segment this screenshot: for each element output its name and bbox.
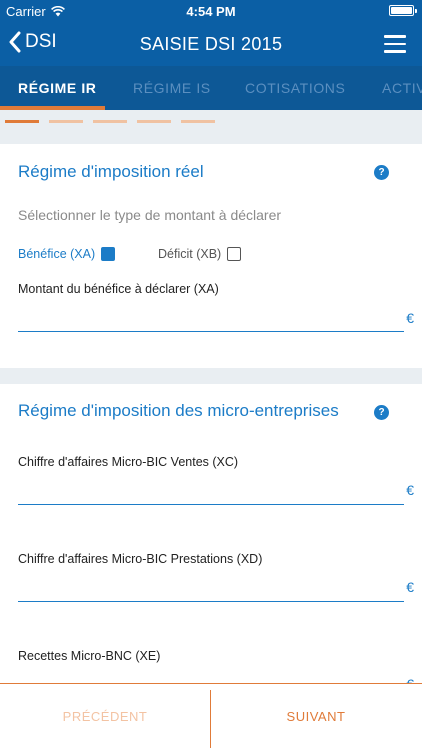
checkbox-deficit-label: Déficit (XB)	[158, 247, 222, 261]
tab-regime-ir[interactable]: RÉGIME IR	[18, 66, 97, 110]
field-label-xc: Chiffre d'affaires Micro-BIC Ventes (XC)	[18, 455, 239, 469]
hamburger-menu-icon[interactable]	[384, 35, 406, 53]
page-title: SAISIE DSI 2015	[139, 34, 283, 54]
input-micro-bic-prestations[interactable]	[18, 574, 404, 602]
progress-step	[5, 120, 39, 123]
progress-step	[181, 120, 215, 123]
section-regime-reel: Régime d'imposition réel ? Sélectionner …	[0, 144, 422, 368]
tab-regime-is[interactable]: RÉGIME IS	[133, 66, 211, 110]
input-micro-bic-ventes[interactable]	[18, 477, 404, 505]
next-button[interactable]: SUIVANT	[211, 684, 421, 750]
help-icon[interactable]: ?	[374, 405, 389, 420]
checkbox-checked-icon	[101, 247, 116, 261]
nav-bar: DSI SAISIE DSI 2015	[0, 22, 422, 66]
progress-step	[137, 120, 171, 123]
checkbox-deficit[interactable]: Déficit (XB)	[158, 247, 242, 261]
bottom-nav-bar: PRÉCÉDENT SUIVANT	[0, 683, 422, 750]
field-label-xa: Montant du bénéfice à déclarer (XA)	[18, 282, 219, 296]
checkbox-benefice[interactable]: Bénéfice (XA)	[18, 247, 116, 261]
tab-cotisations[interactable]: COTISATIONS	[245, 66, 345, 110]
tab-bar: RÉGIME IR RÉGIME IS COTISATIONS ACTIV	[0, 66, 422, 110]
section-title-micro: Régime d'imposition des micro-entreprise…	[18, 401, 339, 420]
checkbox-benefice-label: Bénéfice (XA)	[18, 247, 96, 261]
section-micro-entreprises: Régime d'imposition des micro-entreprise…	[0, 384, 422, 684]
help-icon[interactable]: ?	[374, 165, 389, 180]
checkbox-unchecked-icon	[227, 247, 242, 261]
tab-activite[interactable]: ACTIV	[382, 66, 422, 110]
battery-icon	[389, 5, 417, 16]
previous-button[interactable]: PRÉCÉDENT	[0, 684, 210, 750]
euro-unit: €	[406, 310, 414, 326]
field-label-xd: Chiffre d'affaires Micro-BIC Prestations…	[18, 552, 263, 566]
euro-unit: €	[406, 579, 414, 595]
progress-step	[49, 120, 83, 123]
clock: 4:54 PM	[186, 4, 236, 19]
step-progress	[0, 110, 422, 144]
input-benefice-xa[interactable]	[18, 304, 404, 332]
section-title-reel: Régime d'imposition réel	[18, 162, 204, 181]
progress-step	[93, 120, 127, 123]
euro-unit: €	[406, 482, 414, 498]
amount-type-prompt: Sélectionner le type de montant à déclar…	[18, 207, 282, 223]
status-bar: Carrier 4:54 PM	[0, 0, 422, 22]
field-label-xe: Recettes Micro-BNC (XE)	[18, 649, 161, 663]
